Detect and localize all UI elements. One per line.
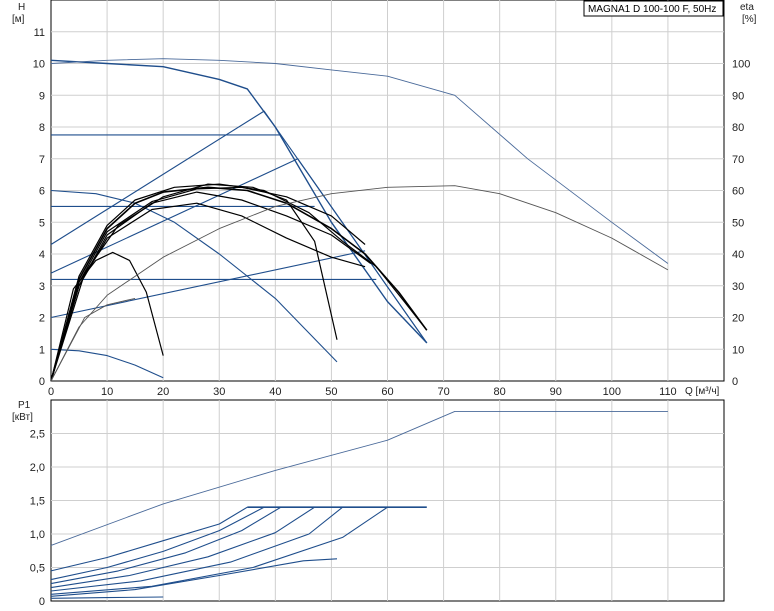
x-tick-label: 40 [269,386,281,398]
p1-tick-label: 2,0 [30,462,45,474]
y-axis-label-eta: eta [740,2,754,13]
x-tick-label: 0 [48,386,54,398]
y-left-tick-label: 10 [33,59,45,71]
power-curve [50,410,668,546]
x-tick-label: 80 [494,386,506,398]
y-left-tick-label: 7 [39,154,45,166]
power-panel: 0 0,5 1,0 1,5 2,0 2,5 P1 [кВт] [12,399,725,609]
y-right-tick-label: 90 [732,90,744,102]
p1-tick-label: 0,5 [30,563,45,575]
power-curve [50,506,248,572]
x-tick-label: 100 [603,386,621,398]
y-left-tick-label: 6 [39,186,45,198]
y-left-tick-label: 5 [39,217,45,229]
x-tick-label: 50 [325,386,337,398]
y-right-tick-label: 40 [732,249,744,261]
y-left-tick-label: 9 [39,90,45,102]
x-tick-label: 60 [381,386,393,398]
power-series [50,410,668,599]
x-tick-label: 30 [213,386,225,398]
y-axis-unit-p1: [кВт] [12,412,33,423]
curve-prop-pressure [50,250,366,319]
y-left-tick-label: 3 [39,281,45,293]
y-left-tick-label: 8 [39,122,45,134]
y-left-tick-label: 1 [39,344,45,356]
p1-tick-label: 1,0 [30,529,45,541]
head-series [50,58,669,382]
head-gridlines [51,0,724,381]
curve-setpoint [50,191,372,382]
y-axis-unit-eta: [%] [742,14,757,25]
y-right-tick-label: 0 [732,376,738,388]
curve-min-curve [50,189,338,363]
y-axis-label-p1: P1 [18,400,31,411]
y-left-tick-label: 2 [39,313,45,325]
y-right-tick-label: 30 [732,281,744,293]
y-right-tick-label: 100 [732,59,750,71]
curve-setpoint [50,183,338,382]
chart-title: MAGNA1 D 100-100 F, 50Hz [588,4,716,15]
pump-performance-chart: 0 10 20 30 40 50 60 70 80 90 100 110012345678910110… [12,0,757,609]
power-curve [50,596,164,599]
y-left-tick-label: 0 [39,376,45,388]
x-tick-label: 90 [550,386,562,398]
y-right-tick-label: 60 [732,186,744,198]
y-axis-unit-h: [м] [12,14,25,25]
x-axis-label-q: Q [м³/ч] [685,386,720,397]
x-tick-label: 110 [659,386,677,398]
y-axis-label-h: H [18,2,25,13]
x-tick-label: 10 [101,386,113,398]
y-left-tick-label: 11 [34,27,45,39]
x-tick-label: 20 [157,386,169,398]
power-gridlines [51,400,724,601]
y-right-tick-label: 70 [732,154,744,166]
y-left-tick-label: 4 [39,249,45,261]
y-right-tick-label: 20 [732,313,744,325]
y-right-tick-label: 10 [732,344,744,356]
head-panel: 0 10 20 30 40 50 60 70 80 90 100 110012345678910110… [12,0,757,398]
x-tick-label: 70 [437,386,449,398]
power-tick-labels: 0 0,5 1,0 1,5 2,0 2,5 [30,429,45,609]
y-right-tick-label: 80 [732,122,744,134]
curve-eta [50,58,669,264]
head-tick-labels: 0 10 20 30 40 50 60 70 80 90 100 110012345678910110… [33,27,751,398]
p1-tick-label: 1,5 [30,496,45,508]
p1-tick-label: 0 [39,596,45,608]
y-right-tick-label: 50 [732,217,744,229]
p1-tick-label: 2,5 [30,429,45,441]
